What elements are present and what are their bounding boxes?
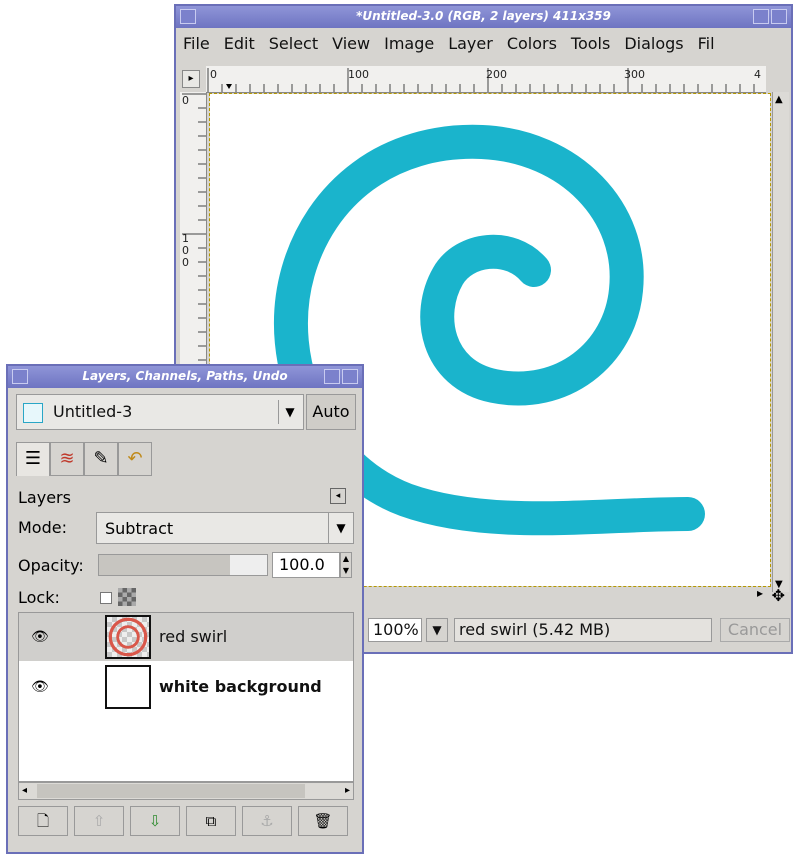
menu-layer[interactable]: Layer xyxy=(441,30,500,53)
raise-layer-icon[interactable]: ⇧ xyxy=(74,806,124,836)
mode-label: Mode: xyxy=(18,518,67,537)
undo-tab-icon[interactable]: ↶ xyxy=(118,442,152,476)
layer-list-scrollbar[interactable]: ◂ ▸ xyxy=(18,782,354,800)
image-selector-dropdown-icon[interactable]: ▼ xyxy=(278,400,301,424)
scroll-right-icon[interactable]: ▸ xyxy=(757,586,771,600)
ruler-label-400: 4 xyxy=(754,68,761,81)
ruler-label-300: 300 xyxy=(624,68,645,81)
cancel-button[interactable]: Cancel xyxy=(720,618,790,642)
vruler-label-0: 0 xyxy=(182,94,189,107)
scroll-up-icon[interactable]: ▲ xyxy=(775,94,783,105)
mode-dropdown-icon[interactable]: ▼ xyxy=(328,513,353,543)
mode-select[interactable]: Subtract ▼ xyxy=(96,512,354,544)
ruler-origin-button[interactable]: ▸ xyxy=(182,70,200,88)
mode-value: Subtract xyxy=(105,519,174,538)
menu-bar: File Edit Select View Image Layer Colors Tools D… xyxy=(176,30,791,54)
image-thumbnail-icon xyxy=(23,403,43,423)
scroll-right-icon[interactable]: ▸ xyxy=(345,783,350,799)
layer-name-red-swirl: red swirl xyxy=(159,627,228,646)
ruler-label-0: 0 xyxy=(210,68,217,81)
scrollbar-thumb[interactable] xyxy=(37,784,305,798)
zoom-field[interactable]: 100% xyxy=(368,618,422,642)
channels-tab-icon[interactable]: ≋ xyxy=(50,442,84,476)
ruler-label-200: 200 xyxy=(486,68,507,81)
menu-view[interactable]: View xyxy=(325,30,377,53)
opacity-spinner-icon[interactable]: ▲ ▼ xyxy=(340,552,352,578)
layers-dialog-titlebar[interactable]: Layers, Channels, Paths, Undo xyxy=(8,366,362,388)
layers-dialog: Layers, Channels, Paths, Undo Untitled-3… xyxy=(6,364,364,854)
lock-alpha-checkbox[interactable] xyxy=(100,592,112,604)
opacity-slider-fill xyxy=(99,555,231,575)
new-layer-icon[interactable]: 🗋 xyxy=(18,806,68,836)
layer-actions-bar: 🗋 ⇧ ⇩ ⧉ ⚓ 🗑 xyxy=(18,806,354,836)
vertical-scrollbar[interactable]: ▲ ▼ xyxy=(772,92,789,592)
paths-tab-icon[interactable]: ✎ xyxy=(84,442,118,476)
menu-colors[interactable]: Colors xyxy=(500,30,564,53)
auto-button[interactable]: Auto xyxy=(306,394,356,430)
delete-layer-icon[interactable]: 🗑 xyxy=(298,806,348,836)
lower-layer-icon[interactable]: ⇩ xyxy=(130,806,180,836)
dialog-close-button[interactable] xyxy=(342,369,358,384)
duplicate-layer-icon[interactable]: ⧉ xyxy=(186,806,236,836)
layers-dialog-title: Layers, Channels, Paths, Undo xyxy=(82,369,288,383)
scroll-left-icon[interactable]: ◂ xyxy=(22,783,27,799)
ruler-label-100: 100 xyxy=(348,68,369,81)
layer-name-white-background: white background xyxy=(159,677,322,696)
menu-edit[interactable]: Edit xyxy=(217,30,262,53)
menu-file[interactable]: File xyxy=(176,30,217,53)
image-selector-value: Untitled-3 xyxy=(53,402,133,421)
ruler-pointer-icon xyxy=(226,84,232,89)
menu-dialogs[interactable]: Dialogs xyxy=(617,30,690,53)
close-button[interactable] xyxy=(771,9,787,24)
layer-thumbnail-white-background xyxy=(105,665,151,709)
anchor-layer-icon[interactable]: ⚓ xyxy=(242,806,292,836)
menu-filters[interactable]: Fil xyxy=(691,30,722,53)
zoom-dropdown-icon[interactable]: ▼ xyxy=(426,618,448,642)
menu-tools[interactable]: Tools xyxy=(564,30,617,53)
layers-section-label: Layers xyxy=(18,488,71,507)
visibility-eye-icon[interactable]: 👁 xyxy=(31,679,49,695)
minimize-button[interactable] xyxy=(753,9,769,24)
checkerboard-icon xyxy=(118,588,136,606)
navigate-icon[interactable]: ✥ xyxy=(772,586,785,605)
dialog-minimize-button[interactable] xyxy=(324,369,340,384)
menu-image[interactable]: Image xyxy=(377,30,441,53)
layer-list: 👁 red swirl 👁 white background xyxy=(18,612,354,782)
layer-thumbnail-red-swirl xyxy=(105,615,151,659)
status-message: red swirl (5.42 MB) xyxy=(454,618,712,642)
image-window-title: *Untitled-3.0 (RGB, 2 layers) 411x359 xyxy=(356,9,611,23)
vruler-label-0c: 0 xyxy=(182,256,189,269)
lock-label: Lock: xyxy=(18,588,60,607)
horizontal-ruler[interactable]: 0 100 200 300 4 xyxy=(206,66,766,93)
layer-row-white-background[interactable]: 👁 white background xyxy=(19,663,353,711)
layer-row-red-swirl[interactable]: 👁 red swirl xyxy=(19,613,353,661)
opacity-slider[interactable] xyxy=(98,554,268,576)
layers-tab-icon[interactable]: ☰ xyxy=(16,442,50,476)
opacity-label: Opacity: xyxy=(18,556,84,575)
tab-menu-icon[interactable]: ◂ xyxy=(330,488,346,504)
menu-select[interactable]: Select xyxy=(262,30,325,53)
image-window-titlebar[interactable]: *Untitled-3.0 (RGB, 2 layers) 411x359 xyxy=(176,6,791,28)
image-selector[interactable]: Untitled-3 ▼ xyxy=(16,394,304,430)
visibility-eye-icon[interactable]: 👁 xyxy=(31,629,49,645)
opacity-value[interactable]: 100.0 xyxy=(272,552,340,578)
